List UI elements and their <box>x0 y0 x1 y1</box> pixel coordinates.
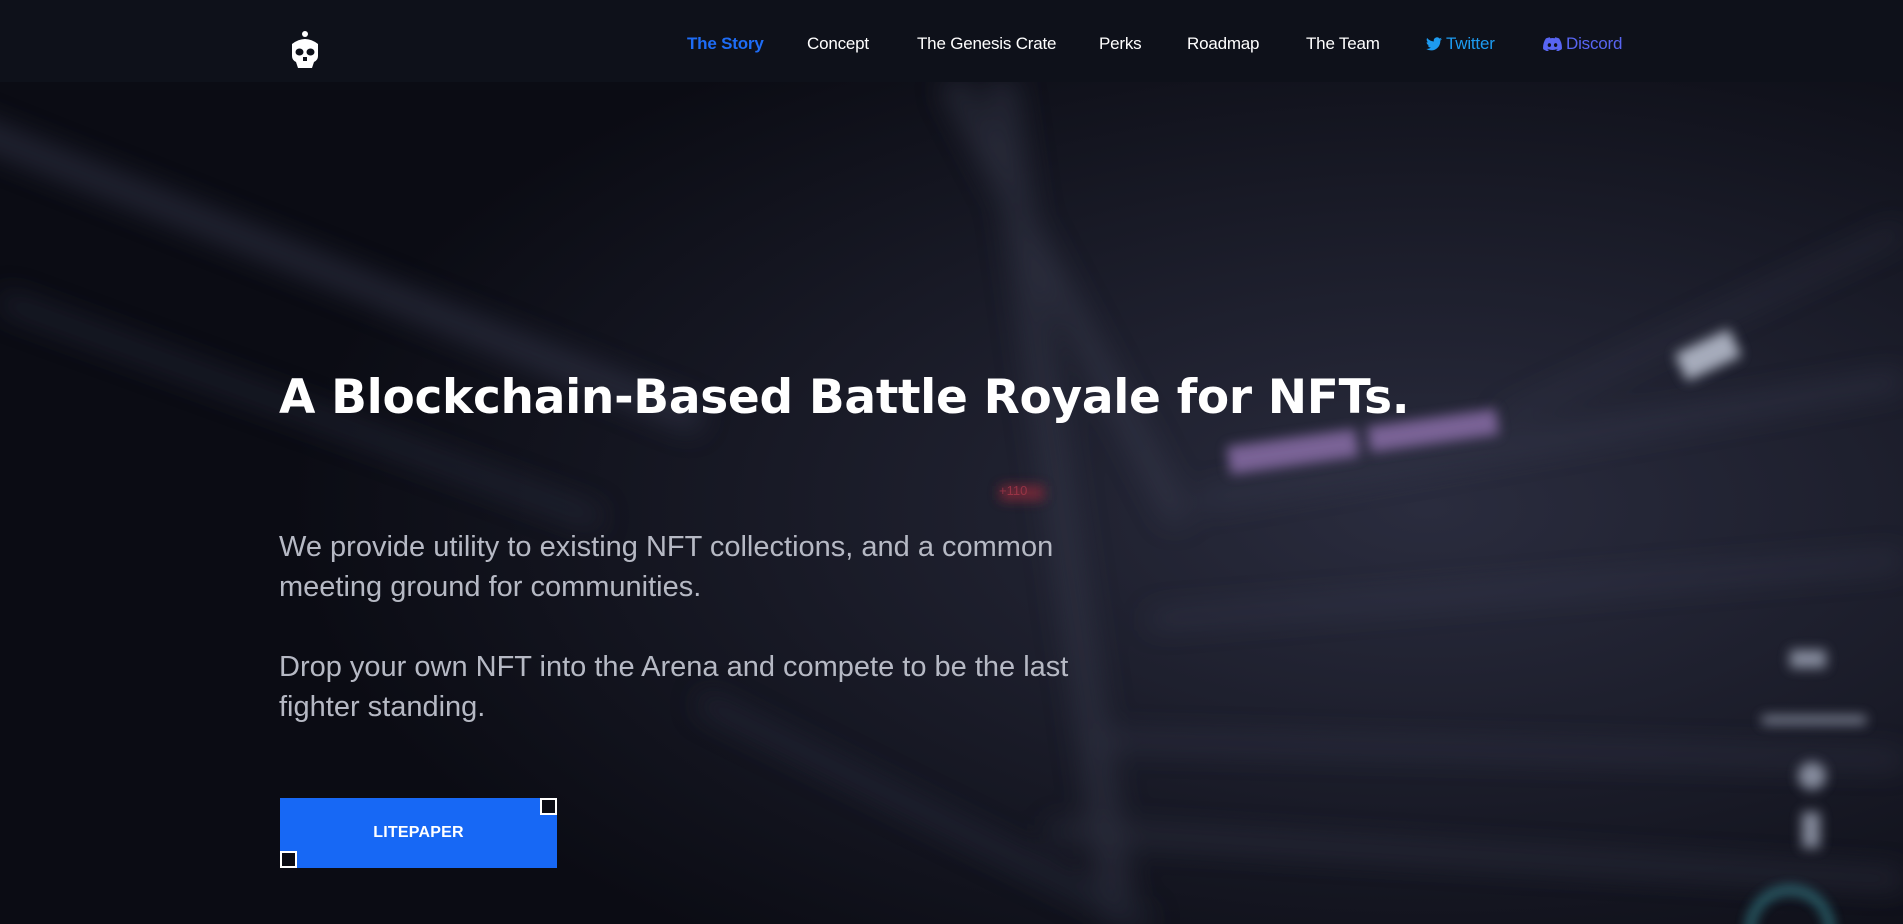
skull-logo-icon[interactable] <box>288 30 322 70</box>
button-corner-decoration <box>280 851 297 868</box>
nav-discord[interactable]: Discord <box>1543 34 1622 54</box>
hero-background-image <box>0 0 1903 924</box>
nav-roadmap[interactable]: Roadmap <box>1187 34 1260 54</box>
top-navbar: The Story Concept The Genesis Crate Perk… <box>0 0 1903 82</box>
hero-paragraph-2: Drop your own NFT into the Arena and com… <box>279 651 1069 723</box>
nav-the-story[interactable]: The Story <box>687 34 764 54</box>
nav-discord-label: Discord <box>1566 34 1623 53</box>
background-damage-number: +110 <box>999 483 1028 498</box>
litepaper-button[interactable]: LITEPAPER <box>280 798 557 868</box>
nav-twitter-label: Twitter <box>1446 34 1495 53</box>
twitter-icon <box>1426 37 1442 51</box>
nav-the-team[interactable]: The Team <box>1306 34 1380 54</box>
button-corner-decoration <box>540 798 557 815</box>
landing-page: The Story Concept The Genesis Crate Perk… <box>0 0 1903 924</box>
litepaper-button-label: LITEPAPER <box>373 824 464 841</box>
nav-the-genesis-crate[interactable]: The Genesis Crate <box>917 34 1056 54</box>
hero-paragraph-1: We provide utility to existing NFT colle… <box>279 531 1054 603</box>
nav-perks[interactable]: Perks <box>1099 34 1142 54</box>
nav-twitter[interactable]: Twitter <box>1426 34 1495 54</box>
hero-title: A Blockchain-Based Battle Royale for NFT… <box>279 370 1410 425</box>
nav-concept[interactable]: Concept <box>807 34 869 54</box>
discord-icon <box>1543 37 1562 52</box>
